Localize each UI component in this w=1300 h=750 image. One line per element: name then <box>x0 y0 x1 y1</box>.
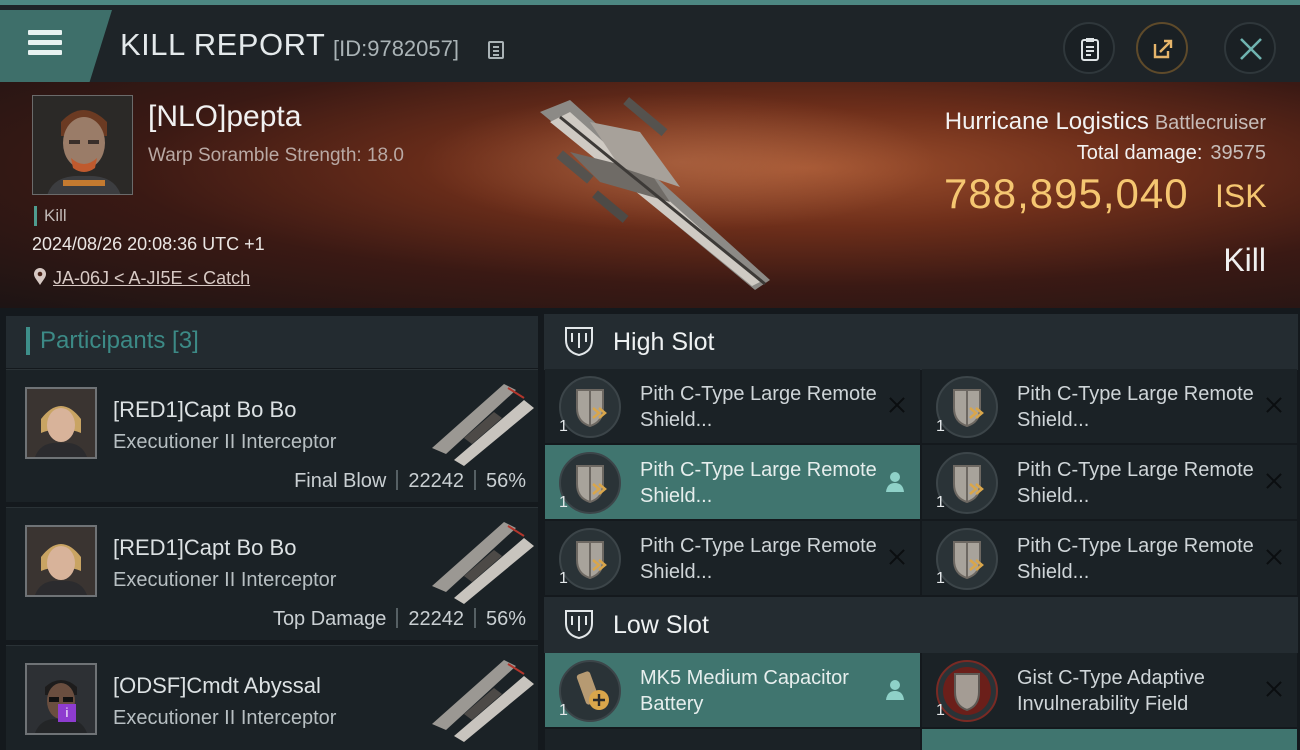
participant-row[interactable]: [RED1]Capt Bo Bo Executioner II Intercep… <box>6 507 538 640</box>
participant-row[interactable]: [RED1]Capt Bo Bo Executioner II Intercep… <box>6 369 538 502</box>
slot-shield-icon <box>565 327 593 357</box>
victim-ship[interactable]: Hurricane Logistics Battlecruiser <box>945 108 1266 136</box>
total-damage: Total damage: 39575 <box>1076 142 1266 164</box>
module-tile[interactable]: 1 Pith C-Type Large Remote Shield... <box>922 369 1297 443</box>
participant-stats: Top Damage 22242 56% <box>272 608 526 630</box>
remote-shield-icon <box>559 452 621 514</box>
low-slot-title: Low Slot <box>613 611 709 639</box>
participant-name[interactable]: [RED1]Capt Bo Bo <box>113 397 296 423</box>
participant-stats: Final Blow 22242 56% <box>294 470 526 492</box>
report-id: [ID:9782057] <box>333 36 459 61</box>
participant-ship: Executioner II Interceptor <box>113 707 337 729</box>
close-icon[interactable] <box>1263 546 1285 568</box>
capacitor-battery-icon <box>559 660 621 722</box>
victim-name[interactable]: [NLO]pepta <box>148 100 301 134</box>
slot-shield-icon <box>565 610 593 640</box>
menu-icon <box>28 30 62 35</box>
close-icon[interactable] <box>886 546 908 568</box>
kill-datetime: 2024/08/26 20:08:36 UTC +1 <box>32 234 265 254</box>
module-name: Pith C-Type Large Remote Shield... <box>1017 383 1254 431</box>
module-name: Pith C-Type Large Remote Shield... <box>1017 459 1254 507</box>
module-name: Pith C-Type Large Remote Shield... <box>1017 535 1254 583</box>
high-slot-title: High Slot <box>613 328 715 356</box>
participant-ship-image <box>432 522 534 604</box>
user-icon[interactable] <box>885 471 905 493</box>
module-tile[interactable]: 1 Pith C-Type Large Remote Shield... <box>922 445 1297 519</box>
module-name: MK5 Medium Capacitor Battery <box>640 667 849 715</box>
module-name: Gist C-Type Adaptive Invulnerability Fie… <box>1017 667 1205 715</box>
info-badge: i <box>58 704 76 722</box>
close-icon[interactable] <box>1263 678 1285 700</box>
user-icon[interactable] <box>885 679 905 701</box>
remote-shield-icon <box>936 452 998 514</box>
remote-shield-icon <box>559 376 621 438</box>
remote-shield-icon <box>559 528 621 590</box>
participant-ship-image <box>432 660 534 742</box>
close-icon <box>1240 38 1262 60</box>
module-tile[interactable]: 1 Pith C-Type Large Remote Shield... <box>922 521 1297 595</box>
clipboard-icon <box>1081 38 1099 61</box>
high-slot-header: High Slot <box>544 314 1298 370</box>
participants-title: Participants [3] <box>40 327 199 354</box>
menu-button[interactable] <box>0 10 112 82</box>
participant-ship: Executioner II Interceptor <box>113 431 337 453</box>
module-name: Pith C-Type Large Remote Shield... <box>640 383 877 431</box>
close-icon[interactable] <box>1263 394 1285 416</box>
module-name: Pith C-Type Large Remote Shield... <box>640 459 877 507</box>
close-button[interactable] <box>1224 22 1276 74</box>
kill-banner: [NLO]pepta Warp Soramble Strength: 18.0 … <box>0 82 1300 308</box>
victim-ship-image <box>540 97 770 290</box>
share-button[interactable] <box>1136 22 1188 74</box>
kill-tag: Kill <box>34 206 67 226</box>
isk-unit: ISK <box>1215 178 1267 214</box>
location-pin-icon <box>34 268 46 285</box>
module-tile[interactable]: 1 Pith C-Type Large Remote Shield... <box>545 521 920 595</box>
module-tile[interactable]: 1 MK5 Medium Capacitor Battery <box>545 653 920 727</box>
participant-ship-image <box>432 384 534 466</box>
avatar[interactable] <box>25 387 97 459</box>
top-bar: KILL REPORT [ID:9782057] <box>0 0 1300 82</box>
participant-row[interactable]: i [ODSF]Cmdt Abyssal Executioner II Inte… <box>6 645 538 750</box>
module-tile[interactable]: 1 Gist C-Type Adaptive Invulnerability F… <box>922 653 1297 727</box>
remote-shield-icon <box>936 528 998 590</box>
kill-location[interactable]: JA-06J < A-JI5E < Catch <box>33 268 250 289</box>
avatar[interactable] <box>25 663 97 735</box>
participant-ship: Executioner II Interceptor <box>113 569 337 591</box>
close-icon[interactable] <box>1263 470 1285 492</box>
avatar[interactable] <box>25 525 97 597</box>
participant-name[interactable]: [RED1]Capt Bo Bo <box>113 535 296 561</box>
clipboard-button[interactable] <box>1063 22 1115 74</box>
copy-icon[interactable] <box>488 41 504 59</box>
module-tile[interactable] <box>922 729 1297 750</box>
page-title: KILL REPORT <box>120 27 326 62</box>
close-icon[interactable] <box>886 394 908 416</box>
participant-name[interactable]: [ODSF]Cmdt Abyssal <box>113 673 321 699</box>
module-tile[interactable]: 1 Pith C-Type Large Remote Shield... <box>545 369 920 443</box>
victim-avatar[interactable] <box>32 95 133 195</box>
low-slot-header: Low Slot <box>544 597 1298 653</box>
module-name: Pith C-Type Large Remote Shield... <box>640 535 877 583</box>
result-label: Kill <box>1223 242 1266 278</box>
module-tile[interactable] <box>545 729 920 750</box>
remote-shield-icon <box>936 376 998 438</box>
isk-value: 788,895,040 <box>944 170 1189 217</box>
invulnerability-field-icon <box>936 660 998 722</box>
share-icon <box>1153 39 1173 59</box>
warp-strength: Warp Soramble Strength: 18.0 <box>148 145 404 166</box>
participants-header[interactable]: Participants [3] <box>6 316 538 368</box>
module-tile[interactable]: 1 Pith C-Type Large Remote Shield... <box>545 445 920 519</box>
